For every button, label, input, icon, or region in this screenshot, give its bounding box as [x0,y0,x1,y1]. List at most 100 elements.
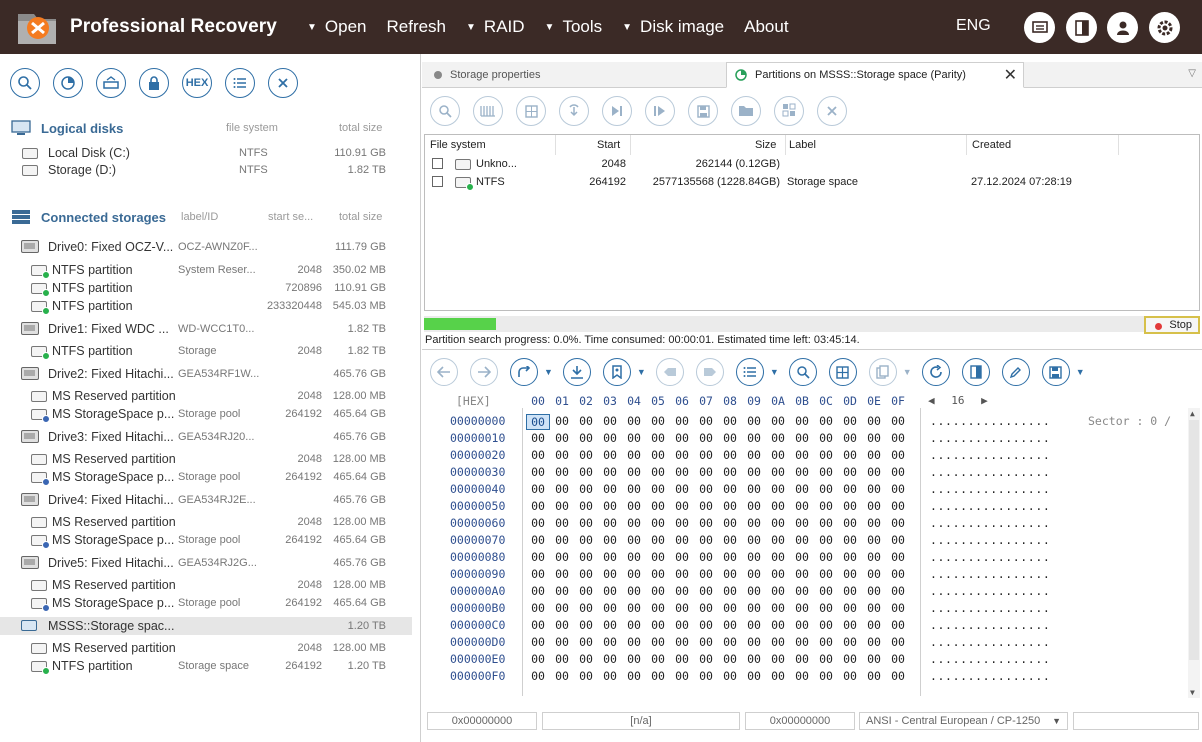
hex-byte[interactable]: 00 [790,499,814,513]
offset-field[interactable]: 0x00000000 [427,712,537,730]
hex-byte[interactable]: 00 [670,414,694,428]
hex-byte[interactable]: 00 [574,567,598,581]
ascii-text[interactable]: ................ [930,448,1050,462]
hex-byte[interactable]: 00 [622,465,646,479]
hex-byte[interactable]: 00 [550,584,574,598]
panel-icon[interactable] [1066,12,1097,43]
hex-byte[interactable]: 00 [742,652,766,666]
hex-byte[interactable]: 00 [622,414,646,428]
search-icon[interactable] [788,358,817,386]
partition-table-row[interactable]: Unkno... 2048 262144 (0.12GB) [425,156,1199,174]
partition-row[interactable]: MS StorageSpace p... Storage pool 264192 46… [0,594,412,612]
logical-disk-row[interactable]: Storage (D:) NTFS 1.82 TB [0,161,412,179]
hex-byte[interactable]: 00 [862,618,886,632]
hex-byte[interactable]: 00 [718,618,742,632]
hex-byte[interactable]: 00 [694,448,718,462]
hex-byte[interactable]: 00 [790,601,814,615]
hex-byte[interactable]: 00 [526,414,550,430]
ascii-text[interactable]: ................ [930,550,1050,564]
hex-byte[interactable]: 00 [670,448,694,462]
hex-byte[interactable]: 00 [838,414,862,428]
hex-byte[interactable]: 00 [790,618,814,632]
hex-byte[interactable]: 00 [646,635,670,649]
hex-byte[interactable]: 00 [550,448,574,462]
hex-byte[interactable]: 00 [646,431,670,445]
hex-byte[interactable]: 00 [814,482,838,496]
hex-byte[interactable]: 00 [550,635,574,649]
hex-byte[interactable]: 00 [670,584,694,598]
hex-byte[interactable]: 00 [766,550,790,564]
hex-byte[interactable]: 00 [766,567,790,581]
hex-byte[interactable]: 00 [790,533,814,547]
hex-byte[interactable]: 00 [550,669,574,683]
pane-divider[interactable] [422,349,1202,350]
partition-row[interactable]: MS Reserved partition 2048 128.00 MB [0,387,412,405]
hex-byte[interactable]: 00 [646,465,670,479]
hex-byte[interactable]: 00 [838,584,862,598]
storage-space-row[interactable]: MSSS::Storage spac... 1.20 TB [0,617,412,635]
stop-button[interactable]: Stop [1144,316,1200,334]
tab-storage-properties[interactable]: Storage properties [422,62,726,88]
hex-byte[interactable]: 00 [742,465,766,479]
hex-byte[interactable]: 00 [862,584,886,598]
hex-byte[interactable]: 00 [814,550,838,564]
hex-byte[interactable]: 00 [862,652,886,666]
goto-icon[interactable] [510,358,538,386]
close-icon[interactable] [268,68,298,98]
hex-byte[interactable]: 00 [694,601,718,615]
hex-byte[interactable]: 00 [766,584,790,598]
hex-byte[interactable]: 00 [766,482,790,496]
scan-icon[interactable] [473,96,503,126]
hex-byte[interactable]: 00 [838,448,862,462]
hex-byte[interactable]: 00 [790,584,814,598]
hex-byte[interactable]: 00 [886,550,910,564]
drive-open-icon[interactable] [96,68,126,98]
partition-row[interactable]: NTFS partition 233320448 545.03 MB [0,297,412,315]
hex-byte[interactable]: 00 [766,635,790,649]
skip-icon[interactable] [602,96,632,126]
col-created[interactable]: Created [972,139,1011,151]
hex-byte[interactable]: 00 [790,465,814,479]
ascii-text[interactable]: ................ [930,533,1050,547]
hex-byte[interactable]: 00 [742,431,766,445]
hex-byte[interactable]: 00 [574,465,598,479]
hex-byte[interactable]: 00 [814,448,838,462]
hex-byte[interactable]: 00 [694,533,718,547]
hex-byte[interactable]: 00 [838,431,862,445]
hex-byte[interactable]: 00 [862,601,886,615]
hex-byte[interactable]: 00 [790,652,814,666]
hex-byte[interactable]: 00 [598,516,622,530]
offset2-field[interactable]: 0x00000000 [745,712,855,730]
hex-byte[interactable]: 00 [766,533,790,547]
hex-byte[interactable]: 00 [766,516,790,530]
goto-dropdown-icon[interactable]: ▼ [544,367,553,377]
hex-byte[interactable]: 00 [814,635,838,649]
panel-icon[interactable] [961,358,990,386]
hex-byte[interactable]: 00 [670,567,694,581]
hex-byte[interactable]: 00 [814,414,838,428]
hex-byte[interactable]: 00 [718,516,742,530]
hex-byte[interactable]: 00 [670,618,694,632]
hex-byte[interactable]: 00 [790,669,814,683]
drive-row[interactable]: Drive2: Fixed Hitachi... GEA534RF1W... 465… [0,365,412,383]
hex-byte[interactable]: 00 [838,533,862,547]
hex-byte[interactable]: 00 [622,482,646,496]
save-icon[interactable] [688,96,718,126]
hex-byte[interactable]: 00 [886,601,910,615]
hex-byte[interactable]: 00 [742,482,766,496]
hex-byte[interactable]: 00 [550,533,574,547]
hex-byte[interactable]: 00 [574,584,598,598]
hex-byte[interactable]: 00 [526,550,550,564]
encoding-select[interactable]: ANSI - Central European / CP-1250 ▼ [859,712,1068,730]
hex-byte[interactable]: 00 [526,635,550,649]
hex-byte[interactable]: 00 [742,567,766,581]
hex-byte[interactable]: 00 [790,550,814,564]
ascii-text[interactable]: ................ [930,431,1050,445]
scroll-down-icon[interactable]: ▼ [1190,688,1195,697]
hex-byte[interactable]: 00 [862,635,886,649]
hex-byte[interactable]: 00 [886,499,910,513]
hex-byte[interactable]: 00 [742,669,766,683]
menu-refresh[interactable]: Refresh [386,17,446,37]
hex-byte[interactable]: 00 [550,482,574,496]
hex-byte[interactable]: 00 [574,414,598,428]
